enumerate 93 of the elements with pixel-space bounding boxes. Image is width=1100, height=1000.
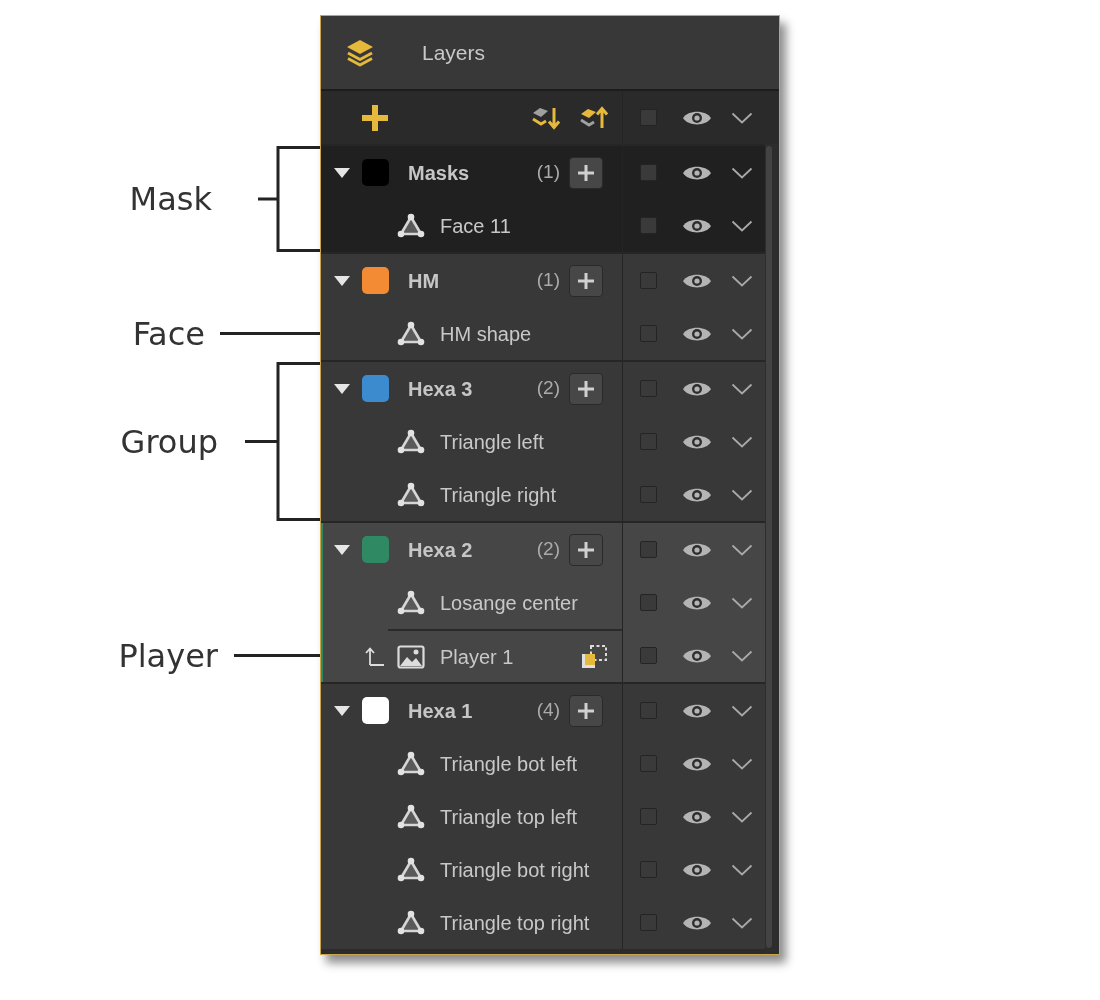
annotation-label: Player xyxy=(118,639,218,672)
layer-row[interactable]: Triangle bot left xyxy=(321,737,765,790)
caret-down-icon[interactable] xyxy=(334,544,350,555)
chevron-down-icon[interactable] xyxy=(731,111,753,124)
checkbox[interactable] xyxy=(640,647,657,664)
triangle-icon xyxy=(397,212,425,239)
layer-name: Losange center xyxy=(440,590,579,616)
layer-count: (4) xyxy=(536,698,560,723)
chevron-down-icon[interactable] xyxy=(731,219,753,232)
plus-icon xyxy=(577,271,595,290)
annotation-label: Face xyxy=(132,317,205,350)
layer-count: (2) xyxy=(536,376,560,401)
layer-name: HM shape xyxy=(440,321,533,347)
layer-row[interactable]: HM shape xyxy=(321,307,765,360)
layer-name: Player 1 xyxy=(440,644,515,670)
chevron-down-icon[interactable] xyxy=(731,274,753,287)
layer-row[interactable]: Triangle bot right xyxy=(321,843,765,896)
add-button[interactable] xyxy=(569,533,603,566)
layer-row[interactable]: Triangle top left xyxy=(321,790,765,843)
chevron-down-icon[interactable] xyxy=(731,166,753,179)
triangle-icon xyxy=(397,750,425,777)
plus-icon xyxy=(577,701,595,720)
plus-icon xyxy=(577,379,595,398)
layer-name: Triangle top left xyxy=(440,804,579,830)
annotation-label: Group xyxy=(120,425,218,458)
chevron-down-icon[interactable] xyxy=(731,757,753,770)
plus-icon[interactable] xyxy=(362,104,388,131)
caret-down-icon[interactable] xyxy=(334,167,350,178)
chevron-down-icon[interactable] xyxy=(731,863,753,876)
triangle-icon xyxy=(397,909,425,936)
layer-name: Masks xyxy=(408,160,471,186)
layer-name: Triangle bot right xyxy=(440,857,591,883)
chevron-down-icon[interactable] xyxy=(731,916,753,929)
chevron-down-icon[interactable] xyxy=(731,704,753,717)
layer-name: Hexa 3 xyxy=(408,376,474,402)
chevron-down-icon[interactable] xyxy=(731,596,753,609)
add-button[interactable] xyxy=(569,156,603,189)
layers-up-arrow-icon[interactable] xyxy=(580,105,608,130)
layer-group-row[interactable]: Hexa 3 (2) xyxy=(321,362,765,415)
layer-name: Hexa 2 xyxy=(408,537,474,563)
image-icon xyxy=(397,643,425,670)
triangle-icon xyxy=(397,803,425,830)
add-button[interactable] xyxy=(569,694,603,727)
add-button[interactable] xyxy=(569,264,603,297)
layer-row[interactable]: Face 11 xyxy=(321,199,765,252)
panel-title: Layers xyxy=(422,39,486,66)
layer-count: (1) xyxy=(536,268,560,293)
layer-row[interactable]: Triangle left xyxy=(321,415,765,468)
triangle-icon xyxy=(397,589,425,616)
chevron-down-icon[interactable] xyxy=(731,382,753,395)
chevron-down-icon[interactable] xyxy=(731,810,753,823)
layer-group-row[interactable]: Masks (1) xyxy=(321,146,765,199)
chevron-down-icon[interactable] xyxy=(731,435,753,448)
layer-row[interactable]: Player 1 xyxy=(321,629,765,682)
layer-group-row[interactable]: Hexa 2 (2) xyxy=(321,523,765,576)
checkbox[interactable] xyxy=(640,594,657,611)
checkbox[interactable] xyxy=(640,217,657,234)
plus-icon xyxy=(577,163,595,182)
caret-down-icon[interactable] xyxy=(334,705,350,716)
layers-down-arrow-icon[interactable] xyxy=(532,105,560,130)
layer-count: (2) xyxy=(536,537,560,562)
plus-icon xyxy=(577,540,595,559)
caret-down-icon[interactable] xyxy=(334,383,350,394)
layer-name: Hexa 1 xyxy=(408,698,474,724)
triangle-icon xyxy=(397,428,425,455)
layer-row[interactable]: Triangle top right xyxy=(321,896,765,949)
layer-name: Face 11 xyxy=(440,213,512,239)
annotation-label: Mask xyxy=(129,183,212,215)
layer-name: Triangle right xyxy=(440,482,557,508)
caret-down-icon[interactable] xyxy=(334,275,350,286)
chevron-down-icon[interactable] xyxy=(731,327,753,340)
layer-group-row[interactable]: HM (1) xyxy=(321,254,765,307)
triangle-icon xyxy=(397,856,425,883)
layer-name: HM xyxy=(408,268,441,294)
triangle-icon xyxy=(397,320,425,347)
scrollbar-thumb[interactable] xyxy=(766,146,772,948)
layer-name: Triangle left xyxy=(440,429,545,455)
layer-row[interactable]: Triangle right xyxy=(321,468,765,521)
chevron-down-icon[interactable] xyxy=(731,543,753,556)
checkbox[interactable] xyxy=(640,541,657,558)
layer-group-row[interactable]: Hexa 1 (4) xyxy=(321,684,765,737)
triangle-icon xyxy=(397,481,425,508)
checkbox[interactable] xyxy=(640,164,657,181)
layer-row[interactable]: Losange center xyxy=(321,576,765,629)
bent-arrow-icon xyxy=(365,646,385,667)
layer-count: (1) xyxy=(536,160,560,185)
add-button[interactable] xyxy=(569,372,603,405)
overlap-squares-icon[interactable] xyxy=(580,643,608,670)
chevron-down-icon[interactable] xyxy=(731,488,753,501)
layer-name: Triangle top right xyxy=(440,910,591,936)
chevron-down-icon[interactable] xyxy=(731,649,753,662)
layers-icon xyxy=(345,38,375,67)
layer-name: Triangle bot left xyxy=(440,751,579,777)
